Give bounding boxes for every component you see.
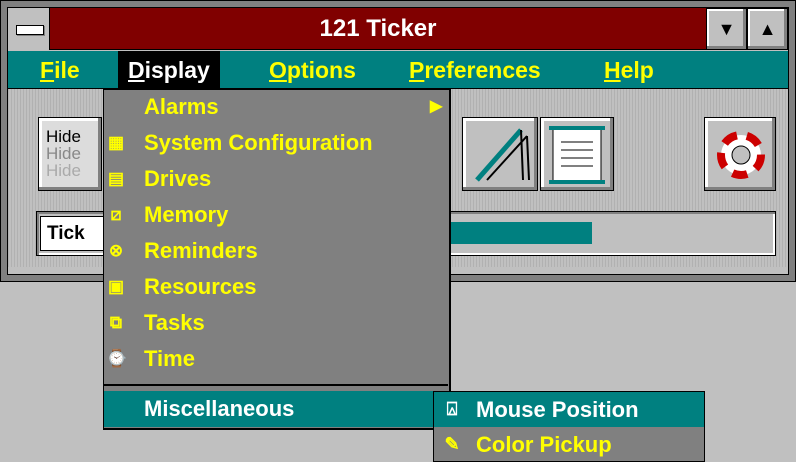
lifebuoy-tool-button[interactable] [704, 117, 776, 191]
slide-tool-button[interactable] [462, 117, 538, 191]
submenu-arrow-icon: ▶ [430, 98, 443, 115]
menu-item-alarms[interactable]: Alarms ▶ [104, 89, 448, 125]
drive-icon: ▤ [107, 169, 125, 188]
system-menu-button[interactable] [8, 8, 50, 50]
ticker-label: Tick [40, 216, 104, 251]
hide-button[interactable]: Hide Hide Hide [38, 117, 102, 191]
menu-item-drives[interactable]: ▤ Drives [104, 161, 448, 197]
reminder-icon: ⊗ [108, 241, 124, 260]
menu-separator [104, 384, 448, 386]
menu-item-memory[interactable]: ⧄ Memory [104, 197, 448, 233]
menu-options[interactable]: Options [259, 51, 366, 89]
triangle-up-icon: ▲ [758, 18, 777, 39]
mouse-icon: ⍓ [446, 399, 458, 419]
maximize-button[interactable]: ▲ [747, 8, 788, 50]
ticker-progress-bar [450, 222, 592, 244]
menu-item-tasks[interactable]: ⧉ Tasks [104, 305, 448, 341]
menu-item-time[interactable]: ⌚ Time [104, 341, 448, 377]
clock-icon: ⌚ [106, 349, 128, 368]
menu-display[interactable]: Display [118, 51, 220, 89]
lifebuoy-icon [717, 131, 765, 179]
slide-icon [475, 128, 530, 182]
submenu-item-mouse-position[interactable]: ⍓ Mouse Position [434, 392, 704, 427]
scroll-tool-button[interactable] [540, 117, 614, 191]
system-config-icon: ▦ [107, 133, 125, 152]
menu-item-reminders[interactable]: ⊗ Reminders [104, 233, 448, 269]
resources-icon: ▣ [107, 277, 125, 296]
tasks-icon: ⧉ [109, 313, 123, 332]
submenu-item-color-pickup[interactable]: ✎ Color Pickup [434, 427, 704, 462]
menu-help[interactable]: Help [594, 51, 664, 89]
triangle-down-icon: ▼ [717, 18, 736, 39]
eyedropper-icon: ✎ [444, 434, 460, 454]
menu-item-system-configuration[interactable]: ▦ System Configuration [104, 125, 448, 161]
menu-preferences[interactable]: Preferences [399, 51, 551, 89]
window-title: 121 Ticker [319, 15, 437, 42]
system-menu-icon [16, 25, 44, 35]
memory-icon: ⧄ [110, 205, 122, 224]
scroll-icon [549, 126, 605, 184]
menu-file[interactable]: File [30, 51, 90, 89]
minimize-button[interactable]: ▼ [706, 8, 747, 50]
menu-item-miscellaneous[interactable]: Miscellaneous [104, 391, 448, 427]
menu-item-resources[interactable]: ▣ Resources [104, 269, 448, 305]
